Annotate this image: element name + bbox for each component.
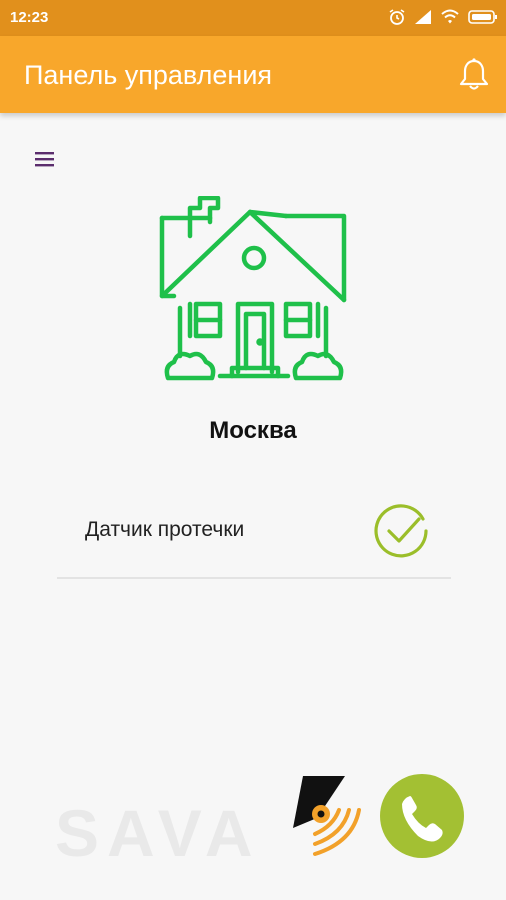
status-icons [388, 8, 498, 26]
bell-icon [459, 58, 489, 90]
location-name: Москва [209, 417, 297, 444]
app-bar: Панель управления [0, 36, 506, 113]
call-button[interactable] [380, 774, 464, 858]
hamburger-menu-icon [35, 152, 54, 167]
svg-text:SAVA: SAVA [55, 796, 261, 870]
battery-icon [468, 10, 497, 24]
divider [57, 577, 451, 579]
wifi-icon [441, 9, 459, 24]
sensor-label: Датчик протечки [85, 518, 245, 541]
status-bar: 12:23 [0, 0, 506, 36]
page-title: Панель управления [24, 60, 273, 90]
notifications-button[interactable] [456, 56, 492, 92]
sava-logo: SAVA [55, 776, 361, 870]
sensor-item-leak[interactable]: Датчик протечки [57, 495, 451, 579]
check-circle-icon [374, 504, 428, 558]
house-icon [159, 196, 347, 381]
phone-icon [402, 796, 443, 842]
status-time: 12:23 [10, 9, 49, 26]
signal-icon [415, 10, 431, 24]
menu-button[interactable] [32, 146, 58, 172]
alarm-icon [389, 9, 405, 25]
